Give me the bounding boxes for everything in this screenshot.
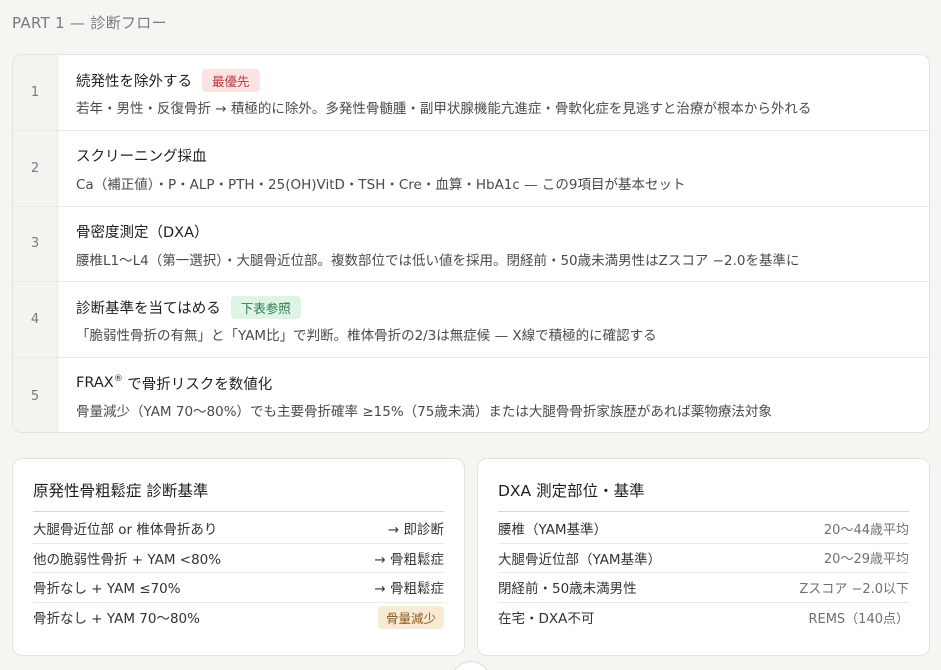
- criteria-result: → 骨粗鬆症: [374, 581, 444, 598]
- step-description: 腰椎L1〜L4（第一選択）・大腿骨近位部。複数部位では低い値を採用。閉経前・50…: [76, 252, 800, 269]
- step-description: 若年・男性・反復骨折 → 積極的に除外。多発性骨髄腫・副甲状腺機能亢進症・骨軟化…: [76, 101, 812, 117]
- criteria-result: → 即診断: [387, 522, 444, 539]
- dxa-value: REMS（140点）: [808, 611, 909, 627]
- dxa-title: DXA 測定部位・基準: [498, 479, 909, 512]
- osteopenia-badge: 骨量減少: [377, 605, 444, 629]
- flow-step-1: 1 続発性を除外する 最優先 若年・男性・反復骨折 → 積極的に除外。多発性骨髄…: [13, 55, 929, 131]
- flow-step-3: 3 骨密度測定（DXA） 腰椎L1〜L4（第一選択）・大腿骨近位部。複数部位では…: [13, 206, 929, 283]
- scroll-button[interactable]: [451, 661, 491, 670]
- step-title-text: 続発性を除外する: [76, 73, 192, 90]
- step-title-text: 診断基準を当てはめる: [76, 300, 221, 317]
- section-title: PART 1 — 診断フロー: [12, 14, 167, 32]
- flow-step-2: 2 スクリーニング採血 Ca（補正値）・P・ALP・PTH・25(OH)VitD…: [13, 130, 929, 207]
- dxa-row: 大腿骨近位部（YAM基準） 20〜29歳平均: [498, 544, 909, 573]
- criteria-result: → 骨粗鬆症: [374, 551, 444, 568]
- step-number: 1: [13, 55, 58, 130]
- step-title: FRAX ® で骨折リスクを数値化: [76, 372, 772, 394]
- dxa-label: 在宅・DXA不可: [498, 611, 595, 628]
- step-title-suffix: で骨折リスクを数値化: [122, 376, 273, 393]
- step-title-text: スクリーニング採血: [76, 149, 207, 166]
- dxa-label: 閉経前・50歳未満男性: [498, 581, 637, 598]
- dxa-label: 腰椎（YAM基準）: [498, 522, 608, 539]
- dxa-value: Zスコア −2.0以下: [799, 581, 909, 597]
- criteria-label: 骨折なし + YAM 70〜80%: [33, 611, 200, 628]
- dxa-row: 腰椎（YAM基準） 20〜44歳平均: [498, 514, 909, 544]
- criteria-label: 大腿骨近位部 or 椎体骨折あり: [33, 522, 218, 539]
- step-title-text: FRAX: [76, 375, 114, 392]
- step-number: 3: [13, 206, 58, 282]
- priority-badge: 最優先: [202, 68, 260, 92]
- dxa-label: 大腿骨近位部（YAM基準）: [498, 551, 662, 568]
- flow-step-4: 4 診断基準を当てはめる 下表参照 「脆弱性骨折の有無」と「YAM比」で判断。椎…: [13, 282, 929, 359]
- step-description: Ca（補正値）・P・ALP・PTH・25(OH)VitD・TSH・Cre・血算・…: [76, 176, 686, 193]
- dxa-value: 20〜44歳平均: [823, 522, 909, 538]
- step-title: 続発性を除外する 最優先: [76, 68, 811, 92]
- step-number: 5: [13, 358, 58, 432]
- step-description: 「脆弱性骨折の有無」と「YAM比」で判断。椎体骨折の2/3は無症候 — X線で積…: [76, 328, 657, 345]
- step-number: 2: [13, 130, 58, 206]
- step-title: 診断基準を当てはめる 下表参照: [76, 295, 657, 319]
- criteria-row: 骨折なし + YAM 70〜80% 骨量減少: [33, 603, 444, 633]
- reference-badge: 下表参照: [230, 295, 301, 319]
- step-title: スクリーニング採血: [76, 145, 685, 167]
- registered-mark: ®: [113, 374, 123, 385]
- step-title-text: 骨密度測定（DXA）: [76, 225, 209, 242]
- step-description: 骨量減少（YAM 70〜80%）でも主要骨折確率 ≥15%（75歳未満）または大…: [76, 404, 772, 421]
- diagnosis-flow: 1 続発性を除外する 最優先 若年・男性・反復骨折 → 積極的に除外。多発性骨髄…: [12, 54, 930, 433]
- dxa-value: 20〜29歳平均: [823, 552, 909, 568]
- criteria-card: 原発性骨粗鬆症 診断基準 大腿骨近位部 or 椎体骨折あり → 即診断 他の脆弱…: [12, 458, 465, 656]
- step-title: 骨密度測定（DXA）: [76, 221, 799, 243]
- dxa-row: 在宅・DXA不可 REMS（140点）: [498, 603, 909, 633]
- dxa-card: DXA 測定部位・基準 腰椎（YAM基準） 20〜44歳平均 大腿骨近位部（YA…: [477, 458, 930, 656]
- step-number: 4: [13, 282, 58, 358]
- criteria-row: 他の脆弱性骨折 + YAM <80% → 骨粗鬆症: [33, 544, 444, 573]
- criteria-label: 骨折なし + YAM ≤70%: [33, 581, 181, 598]
- criteria-title: 原発性骨粗鬆症 診断基準: [33, 479, 444, 512]
- criteria-label: 他の脆弱性骨折 + YAM <80%: [33, 551, 222, 568]
- criteria-row: 骨折なし + YAM ≤70% → 骨粗鬆症: [33, 573, 444, 603]
- flow-step-5: 5 FRAX ® で骨折リスクを数値化 骨量減少（YAM 70〜80%）でも主要骨…: [13, 358, 929, 432]
- dxa-row: 閉経前・50歳未満男性 Zスコア −2.0以下: [498, 573, 909, 603]
- criteria-row: 大腿骨近位部 or 椎体骨折あり → 即診断: [33, 514, 444, 544]
